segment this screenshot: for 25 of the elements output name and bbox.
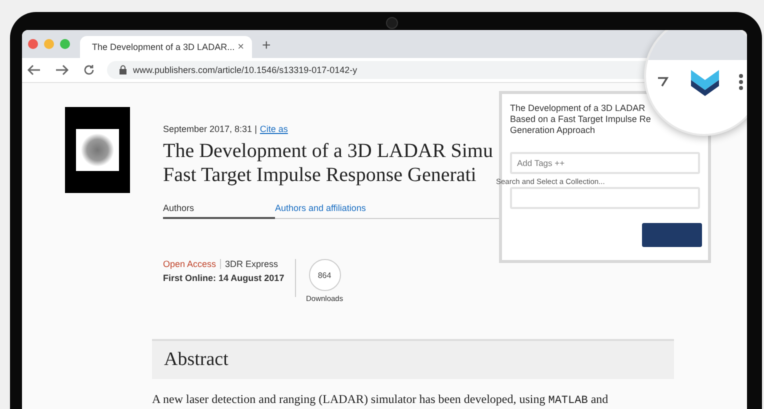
popup-article-title: The Development of a 3D LADAR Based on a Fast Target Impulse Re Generation Approach	[510, 103, 652, 136]
article-title: The Development of a 3D LADAR Simu Fast Target Impulse Response Generati	[163, 139, 493, 187]
menu-icon[interactable]	[738, 73, 744, 91]
abstract-text: A new laser detection and ranging (LADAR) simulator has been developed, using MATLAB and	[152, 392, 610, 407]
close-window-icon[interactable]	[28, 39, 38, 49]
tab-close-button[interactable]: ×	[238, 41, 244, 53]
author-tab[interactable]: Authors and affiliations	[275, 203, 387, 218]
back-icon[interactable]	[27, 64, 41, 76]
lock-icon	[119, 65, 127, 75]
tags-input-field[interactable]: Add Tags ++	[510, 152, 700, 174]
new-tab-button[interactable]: +	[262, 37, 271, 54]
cite-as-link[interactable]: Cite as	[260, 124, 288, 134]
publication-date: September 2017, 8:31 |	[163, 124, 257, 134]
forward-icon[interactable]	[55, 64, 69, 76]
author-tab[interactable]: Authors	[163, 203, 275, 219]
collection-search-field[interactable]	[510, 187, 700, 209]
first-online-date: First Online: 14 August 2017	[163, 273, 286, 283]
open-access-label: Open Access	[163, 259, 222, 269]
camera-icon	[386, 17, 398, 29]
journal-name: 3DR Express	[225, 259, 278, 269]
browser-tab[interactable]: The Development of a 3D LADAR... ×	[80, 36, 252, 58]
chevron-logo-icon[interactable]	[691, 70, 719, 96]
downloads-count: 864	[308, 259, 341, 291]
reload-icon[interactable]	[83, 64, 95, 76]
abstract-heading: Abstract	[164, 349, 228, 371]
